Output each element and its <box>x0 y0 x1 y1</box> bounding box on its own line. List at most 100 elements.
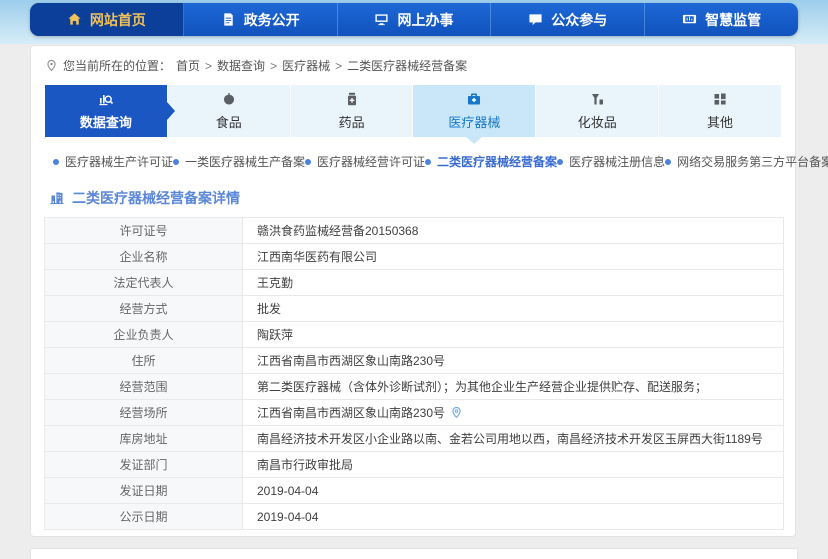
breadcrumb-separator: > <box>335 59 342 73</box>
nav-item-label: 网站首页 <box>90 10 146 30</box>
table-row: 住所 江西省南昌市西湖区象山南路230号 <box>45 348 784 374</box>
row-label: 企业负责人 <box>45 322 243 348</box>
bullet-dot-icon <box>665 159 671 165</box>
tab-label: 医疗器械 <box>448 112 500 131</box>
bullet-dot-icon <box>53 159 59 165</box>
table-row: 企业负责人 陶跃萍 <box>45 322 784 348</box>
document-icon <box>221 12 236 27</box>
subnav-label: 医疗器械注册信息 <box>569 153 665 170</box>
nav-item-label: 政务公开 <box>244 10 300 30</box>
content-card: 您当前所在的位置： 首页 > 数据查询 > 医疗器械 > 二类医疗器械经营备案 … <box>30 45 796 537</box>
category-tabs: 数据查询 食品 药品 医疗器械 化妆品 <box>45 85 781 137</box>
table-row: 库房地址 南昌经济技术开发区小企业路以南、金若公司用地以西，南昌经济技术开发区玉… <box>45 426 784 452</box>
subnav-registration-info[interactable]: 医疗器械注册信息 <box>557 153 665 170</box>
subnav-label: 二类医疗器械经营备案 <box>437 153 557 170</box>
table-row: 发证部门 南昌市行政审批局 <box>45 452 784 478</box>
business-site-text: 江西省南昌市西湖区象山南路230号 <box>257 404 445 421</box>
location-pin-icon <box>450 406 463 419</box>
row-value: 第二类医疗器械（含体外诊断试剂）；为其他企业生产经营企业提供贮存、配送服务； <box>243 374 784 400</box>
breadcrumb-separator: > <box>205 59 212 73</box>
row-value: 江西省南昌市西湖区象山南路230号 <box>243 400 784 426</box>
map-link[interactable] <box>450 406 463 419</box>
row-label: 库房地址 <box>45 426 243 452</box>
breadcrumb: 您当前所在的位置： 首页 > 数据查询 > 医疗器械 > 二类医疗器械经营备案 <box>31 46 795 81</box>
row-label: 公示日期 <box>45 504 243 530</box>
tab-cosmetics[interactable]: 化妆品 <box>536 85 659 137</box>
bullet-dot-icon <box>173 159 179 165</box>
row-label: 企业名称 <box>45 244 243 270</box>
table-row: 公示日期 2019-04-04 <box>45 504 784 530</box>
row-value: 南昌经济技术开发区小企业路以南、金若公司用地以西，南昌经济技术开发区玉屏西大街1… <box>243 426 784 452</box>
tab-label: 食品 <box>216 112 242 131</box>
row-value: 2019-04-04 <box>243 504 784 530</box>
location-pin-icon <box>45 59 58 72</box>
nav-item-smart-supervision[interactable]: 智慧监管 <box>645 3 798 36</box>
subnav-production-license[interactable]: 医疗器械生产许可证 <box>53 153 173 170</box>
tab-label: 数据查询 <box>80 112 132 131</box>
tab-medical-device[interactable]: 医疗器械 <box>413 85 536 137</box>
breadcrumb-separator: > <box>270 59 277 73</box>
subnav-label: 医疗器械经营许可证 <box>317 153 425 170</box>
row-value: 2019-04-04 <box>243 478 784 504</box>
row-value: 江西南华医药有限公司 <box>243 244 784 270</box>
nav-item-public-participation[interactable]: 公众参与 <box>491 3 645 36</box>
bullet-dot-icon <box>425 159 431 165</box>
tab-label: 其他 <box>707 112 733 131</box>
breadcrumb-data-query[interactable]: 数据查询 <box>217 57 265 74</box>
row-value: 南昌市行政审批局 <box>243 452 784 478</box>
subnav-class1-production-filing[interactable]: 一类医疗器械生产备案 <box>173 153 305 170</box>
table-row: 经营方式 批发 <box>45 296 784 322</box>
breadcrumb-home[interactable]: 首页 <box>176 57 200 74</box>
nav-item-label: 网上办事 <box>397 10 453 30</box>
row-value: 王克勤 <box>243 270 784 296</box>
tab-label: 化妆品 <box>578 112 617 131</box>
speech-bubble-icon <box>528 12 543 27</box>
footer-top-strip <box>30 548 798 559</box>
detail-table: 许可证号 赣洪食药监械经营备20150368 企业名称 江西南华医药有限公司 法… <box>44 217 784 530</box>
table-row: 经营场所 江西省南昌市西湖区象山南路230号 <box>45 400 784 426</box>
others-grid-icon <box>712 91 728 107</box>
table-row: 经营范围 第二类医疗器械（含体外诊断试剂）；为其他企业生产经营企业提供贮存、配送… <box>45 374 784 400</box>
tab-drug[interactable]: 药品 <box>291 85 414 137</box>
nav-item-home[interactable]: 网站首页 <box>30 3 184 36</box>
row-label: 许可证号 <box>45 218 243 244</box>
breadcrumb-label: 您当前所在的位置： <box>63 57 171 74</box>
subnav-label: 一类医疗器械生产备案 <box>185 153 305 170</box>
table-row: 企业名称 江西南华医药有限公司 <box>45 244 784 270</box>
row-label: 经营方式 <box>45 296 243 322</box>
bullet-dot-icon <box>557 159 563 165</box>
subnav-operation-license[interactable]: 医疗器械经营许可证 <box>305 153 425 170</box>
tab-label: 药品 <box>339 112 365 131</box>
row-label: 发证日期 <box>45 478 243 504</box>
bullet-dot-icon <box>305 159 311 165</box>
subnav-third-party-platform[interactable]: 网络交易服务第三方平台备案 <box>665 153 828 170</box>
home-icon <box>67 12 82 27</box>
row-label: 经营范围 <box>45 374 243 400</box>
data-search-icon <box>98 91 114 107</box>
nav-item-label: 智慧监管 <box>705 10 761 30</box>
row-value: 赣洪食药监械经营备20150368 <box>243 218 784 244</box>
top-navigation: 网站首页 政务公开 网上办事 公众参与 智慧监管 <box>30 3 798 36</box>
row-value: 江西省南昌市西湖区象山南路230号 <box>243 348 784 374</box>
cosmetics-icon <box>589 91 605 107</box>
tab-data-query[interactable]: 数据查询 <box>45 85 168 137</box>
subnav-class2-operation-filing[interactable]: 二类医疗器械经营备案 <box>425 153 557 170</box>
row-label: 发证部门 <box>45 452 243 478</box>
table-row: 发证日期 2019-04-04 <box>45 478 784 504</box>
subnav-label: 网络交易服务第三方平台备案 <box>677 153 828 170</box>
drug-icon <box>344 91 360 107</box>
row-value: 陶跃萍 <box>243 322 784 348</box>
tab-others[interactable]: 其他 <box>659 85 781 137</box>
breadcrumb-medical-device[interactable]: 医疗器械 <box>282 57 330 74</box>
tab-food[interactable]: 食品 <box>168 85 291 137</box>
breadcrumb-current-page[interactable]: 二类医疗器械经营备案 <box>347 57 467 74</box>
section-title: 二类医疗器械经营备案详情 <box>72 188 240 208</box>
row-value: 批发 <box>243 296 784 322</box>
table-row: 法定代表人 王克勤 <box>45 270 784 296</box>
nav-item-gov-info[interactable]: 政务公开 <box>184 3 338 36</box>
nav-item-online-services[interactable]: 网上办事 <box>338 3 492 36</box>
row-label: 住所 <box>45 348 243 374</box>
sub-navigation: 医疗器械生产许可证 一类医疗器械生产备案 医疗器械经营许可证 二类医疗器械经营备… <box>31 137 795 176</box>
smart-supervision-icon <box>682 12 697 27</box>
monitor-icon <box>374 12 389 27</box>
